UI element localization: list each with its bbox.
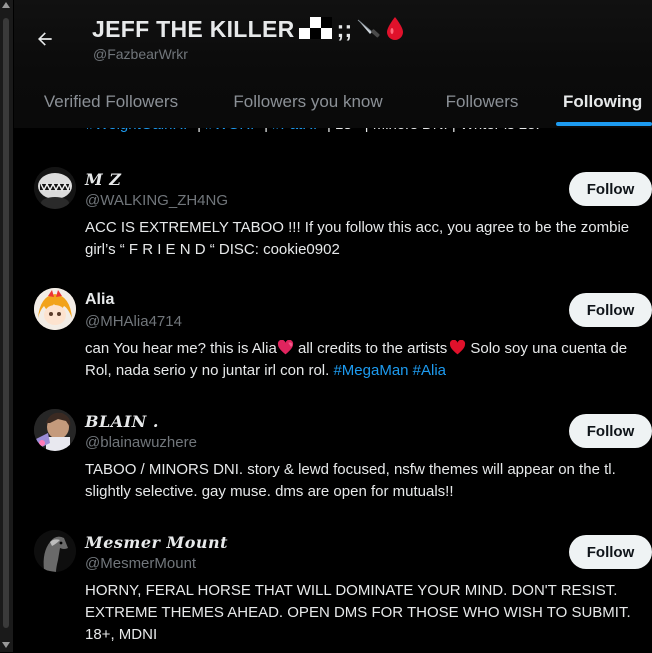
user-handle[interactable]: @MHAlia4714 [85,313,182,330]
heart-icon [277,339,294,357]
follow-button[interactable]: Follow [569,172,652,206]
user-bio: TABOO / MINORS DNI. story & lewd focused… [85,461,616,500]
checker-icon [298,17,333,45]
user-bio: ACC IS EXTREMELY TABOO !!! If you follow… [85,219,630,258]
avatar[interactable] [34,288,76,330]
avatar[interactable] [34,409,76,451]
knife-icon [356,16,382,46]
hashtag-link[interactable]: #Alia [413,362,446,379]
tab-followers[interactable]: Followers [408,76,556,128]
user-name[interactable]: M Z [85,170,121,189]
scrollbar-thumb[interactable] [3,18,9,628]
page-title: JEFF THE KILLER;; [92,16,404,46]
scrollbar[interactable] [0,0,13,652]
user-bio: HORNY, FERAL HORSE THAT WILL DOMINATE YO… [85,582,631,643]
back-button[interactable] [28,22,62,56]
user-bio: can You hear me? this is Alia all credit… [85,339,628,379]
user-name[interactable]: BLAIN . [85,412,159,431]
user-handle[interactable]: @MesmerMount [85,555,196,572]
avatar[interactable] [34,530,76,572]
arrow-left-icon [38,32,52,46]
tab-following[interactable]: Following [556,76,652,128]
hashtag-link[interactable]: #MegaMan [333,362,408,379]
profile-header: JEFF THE KILLER;; @FazbearWrkr Verified … [14,0,652,128]
scroll-down-arrow-icon[interactable] [2,642,10,648]
user-cell[interactable]: M Z @WALKING_ZH4NG ACC IS EXTREMELY TABO… [14,160,652,280]
user-handle[interactable]: @blainawuzhere [85,434,197,451]
user-name[interactable]: Mesmer Mount [85,533,228,552]
scroll-up-arrow-icon[interactable] [2,2,10,8]
follow-button[interactable]: Follow [569,535,652,569]
user-cell[interactable]: Alia @MHAlia4714 can You hear me? this i… [14,281,652,401]
follow-button[interactable]: Follow [569,293,652,327]
follow-button[interactable]: Follow [569,414,652,448]
avatar[interactable] [34,167,76,209]
user-cell[interactable]: BLAIN . @blainawuzhere TABOO / MINORS DN… [14,402,652,522]
active-tab-indicator [556,122,652,126]
tab-verified-followers[interactable]: Verified Followers [14,76,208,128]
user-cell[interactable]: Mesmer Mount @MesmerMount HORNY, FERAL H… [14,523,652,653]
blood-drop-icon [386,16,404,46]
user-handle[interactable]: @WALKING_ZH4NG [85,192,228,209]
user-name[interactable]: Alia [85,291,114,309]
red-heart-icon [447,339,466,357]
profile-handle: @FazbearWrkr [93,46,188,62]
tab-bar: Verified Followers Followers you know Fo… [14,76,652,128]
tab-followers-you-know[interactable]: Followers you know [208,76,408,128]
